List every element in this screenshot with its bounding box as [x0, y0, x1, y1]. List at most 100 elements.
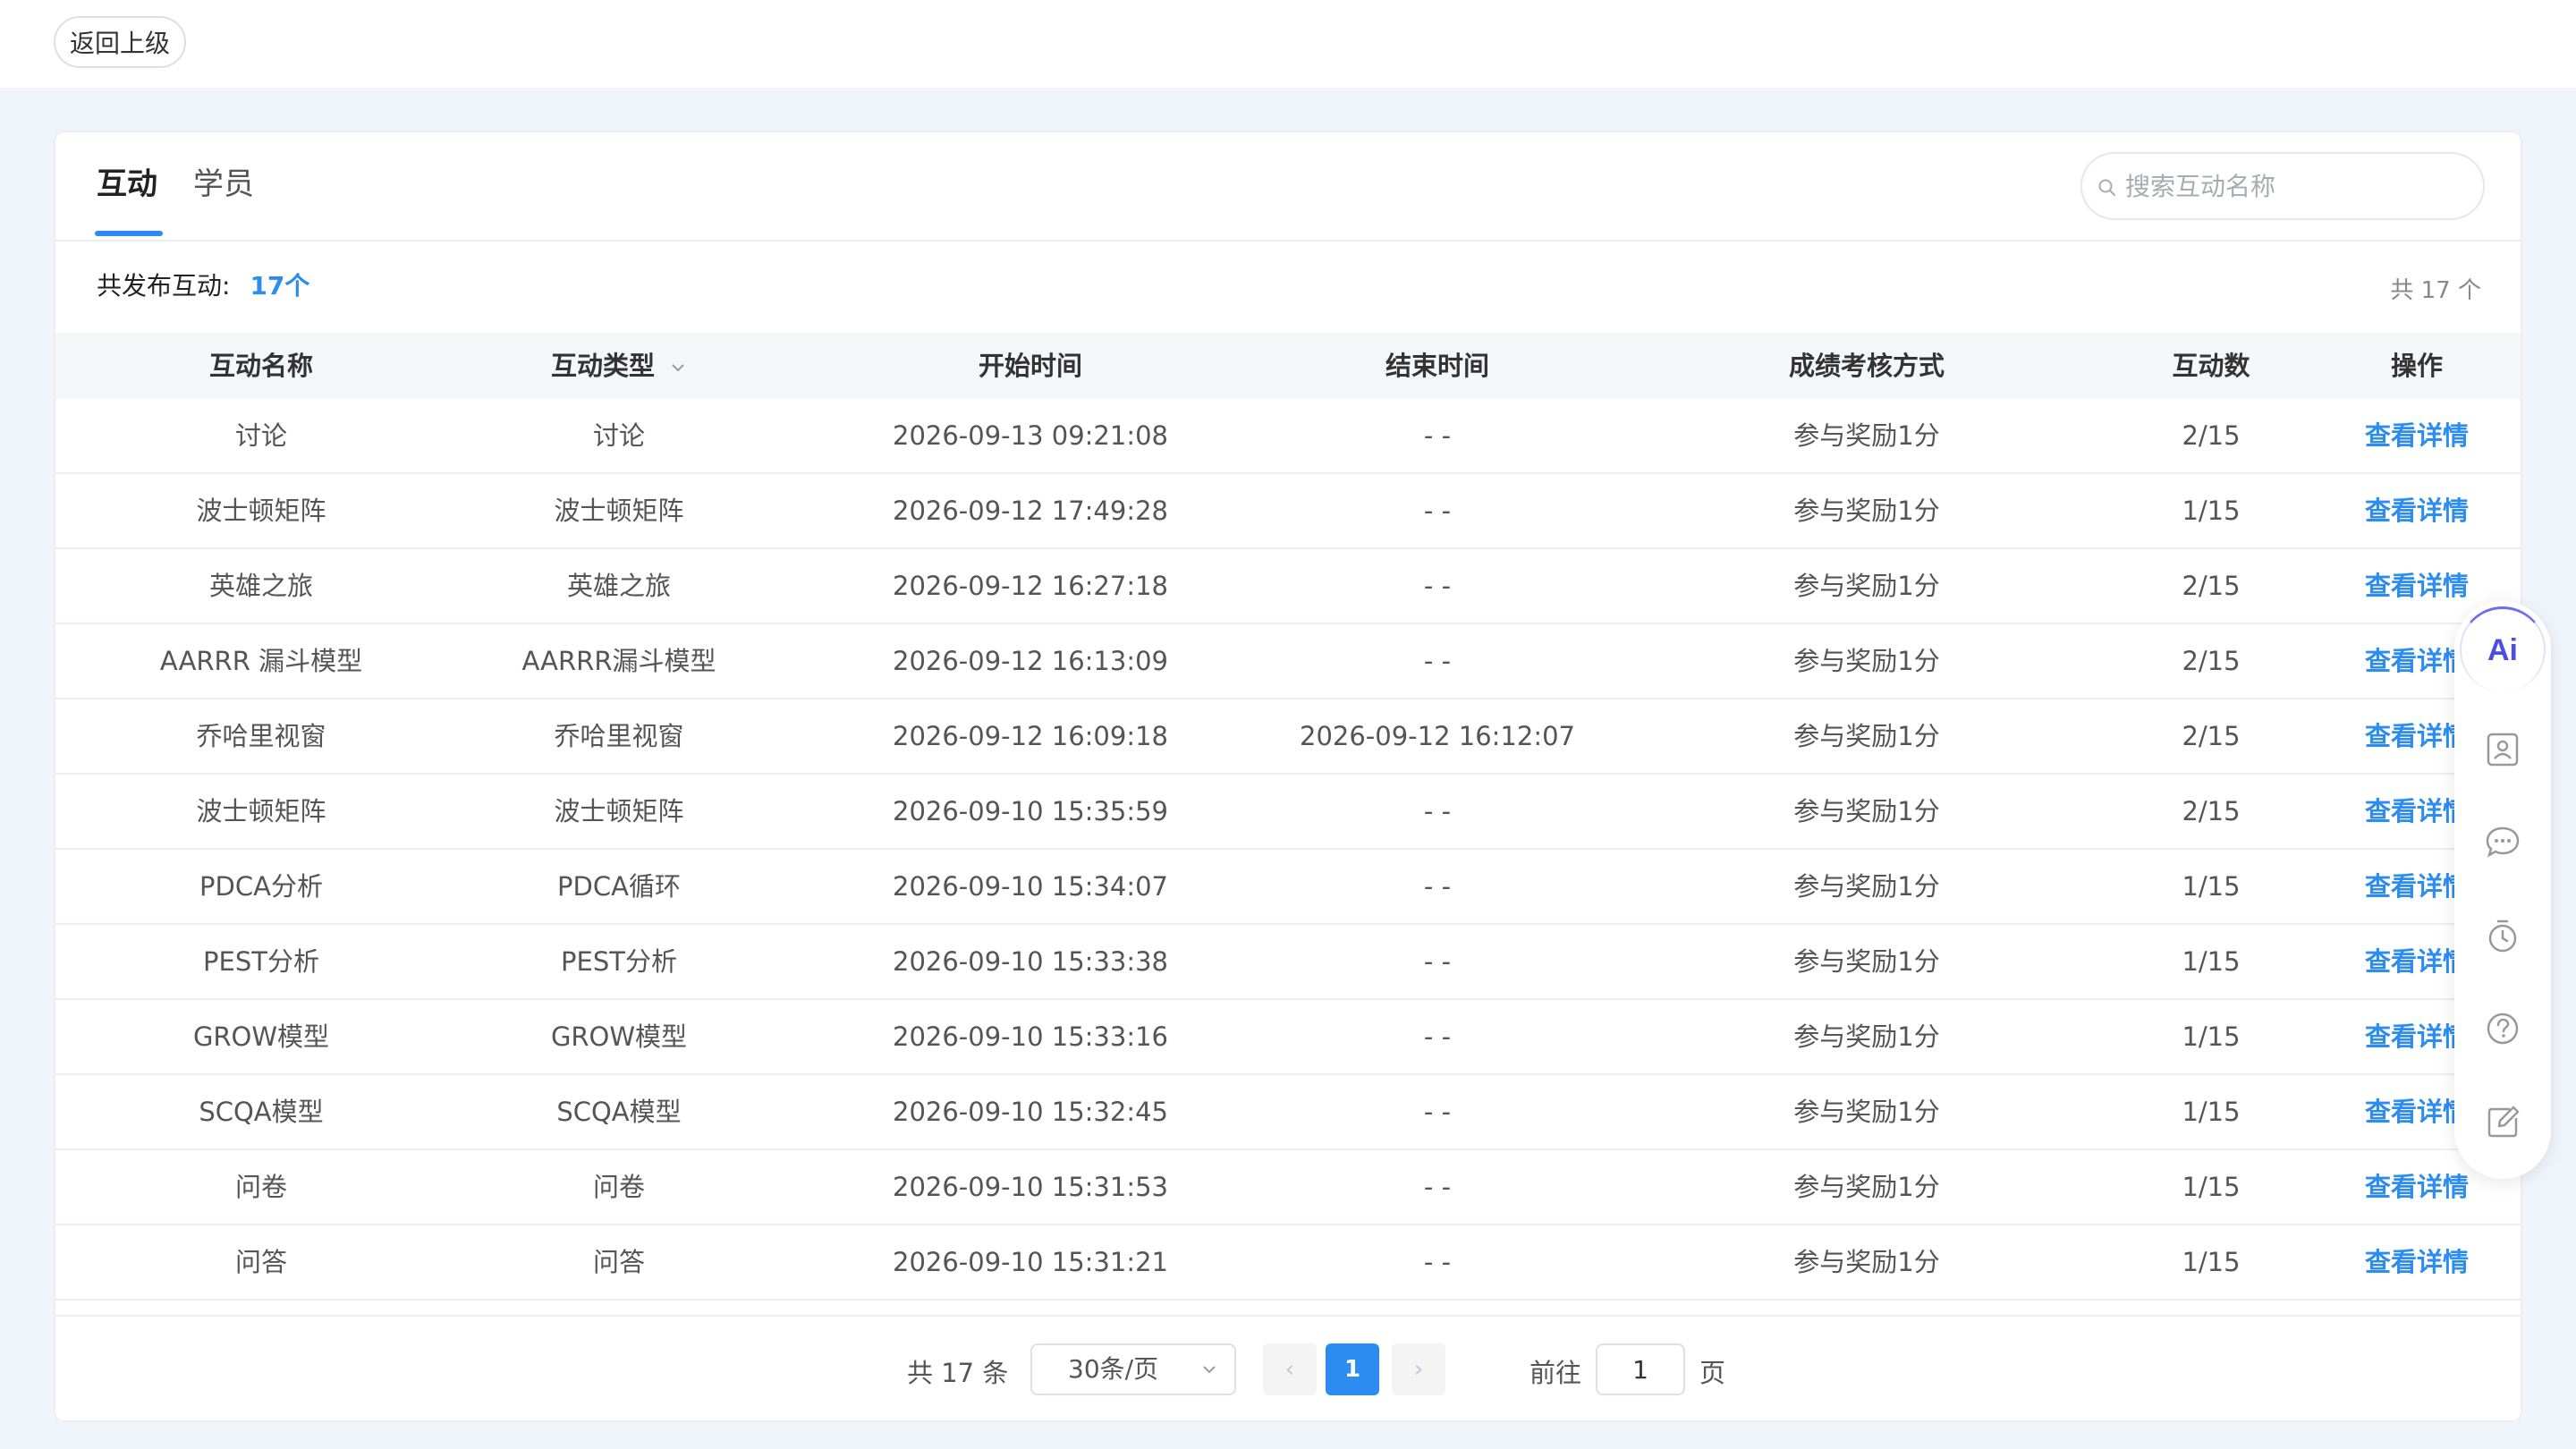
header-grading: 成绩考核方式: [1788, 351, 1945, 381]
contact-card-icon[interactable]: [2476, 723, 2529, 776]
cell-grading: 参与奖励1分: [1793, 871, 1940, 902]
total-count: 共 17 个: [2390, 277, 2481, 304]
cell-count: 2/15: [2182, 796, 2241, 826]
pagination: 共 17 条 30条/页 ‹ 1 › 前往 页: [55, 1315, 2521, 1420]
cell-name: 讨论: [234, 420, 287, 451]
cell-count: 2/15: [2182, 420, 2241, 451]
goto-label: 前往: [1530, 1358, 1582, 1388]
main-card: 互动 学员 共发布互动: 17个 共 17 个 互动名称 互动类型 开始时间 结束…: [54, 131, 2522, 1422]
table-row: 问卷 问卷 2026-09-10 15:31:53 - - 参与奖励1分 1/1…: [55, 1150, 2521, 1225]
header-start-time: 开始时间: [978, 351, 1082, 381]
cell-name: 问答: [234, 1247, 287, 1277]
table-header: 互动名称 互动类型 开始时间 结束时间 成绩考核方式 互动数 操作: [55, 333, 2521, 399]
cell-start: 2026-09-12 16:09:18: [893, 721, 1168, 751]
summary-count: 17个: [250, 271, 310, 301]
cell-count: 1/15: [2182, 1247, 2241, 1277]
cell-end: - -: [1423, 871, 1452, 902]
tab-students[interactable]: 学员: [193, 165, 254, 204]
page-1-button[interactable]: 1: [1326, 1343, 1379, 1395]
cell-grading: 参与奖励1分: [1793, 1097, 1940, 1127]
table-row: PEST分析 PEST分析 2026-09-10 15:33:38 - - 参与…: [55, 925, 2521, 1000]
cell-grading: 参与奖励1分: [1793, 946, 1940, 977]
timer-icon[interactable]: [2476, 909, 2529, 962]
table-row: 英雄之旅 英雄之旅 2026-09-12 16:27:18 - - 参与奖励1分…: [55, 549, 2521, 624]
ai-label: Ai: [2487, 633, 2518, 667]
help-icon[interactable]: [2476, 1002, 2529, 1055]
cell-grading: 参与奖励1分: [1793, 721, 1940, 751]
goto-page-input[interactable]: [1596, 1343, 1685, 1395]
header-type-label: 互动类型: [550, 351, 655, 381]
header-count: 互动数: [2172, 351, 2250, 381]
cell-name: 乔哈里视窗: [196, 721, 326, 751]
cell-grading: 参与奖励1分: [1793, 646, 1940, 676]
cell-name: 英雄之旅: [208, 571, 313, 601]
cell-type: PDCA循环: [557, 871, 681, 902]
table-row: SCQA模型 SCQA模型 2026-09-10 15:32:45 - - 参与…: [55, 1075, 2521, 1150]
header-actions: 操作: [2390, 351, 2443, 381]
view-details-link[interactable]: 查看详情: [2309, 399, 2521, 472]
back-button[interactable]: 返回上级: [54, 16, 186, 68]
chevron-down-icon: [1203, 1366, 1216, 1374]
cell-name: GROW模型: [192, 1021, 330, 1052]
cell-name: 波士顿矩阵: [196, 796, 326, 826]
table-body: 讨论 讨论 2026-09-13 09:21:08 - - 参与奖励1分 2/1…: [55, 399, 2521, 1420]
cell-start: 2026-09-12 16:13:09: [893, 646, 1168, 676]
pagination-total: 共 17 条: [907, 1358, 1009, 1388]
cell-grading: 参与奖励1分: [1793, 796, 1940, 826]
cell-start: 2026-09-12 16:27:18: [893, 571, 1168, 601]
cell-end: - -: [1423, 571, 1452, 601]
cell-count: 1/15: [2182, 1172, 2241, 1202]
table-row: 波士顿矩阵 波士顿矩阵 2026-09-12 17:49:28 - - 参与奖励…: [55, 474, 2521, 549]
cell-count: 2/15: [2182, 571, 2241, 601]
header-end-time: 结束时间: [1385, 351, 1489, 381]
edit-icon[interactable]: [2476, 1095, 2529, 1148]
cell-type: 波士顿矩阵: [554, 496, 684, 526]
active-tab-indicator: [95, 231, 163, 236]
table-row: 问答 问答 2026-09-10 15:31:21 - - 参与奖励1分 1/1…: [55, 1225, 2521, 1301]
next-page-button[interactable]: ›: [1392, 1343, 1445, 1395]
cell-start: 2026-09-10 15:32:45: [893, 1097, 1168, 1127]
cell-name: AARRR 漏斗模型: [159, 646, 363, 676]
search-input[interactable]: [2125, 166, 2465, 206]
cell-type: AARRR漏斗模型: [521, 646, 716, 676]
cell-end: - -: [1423, 1021, 1452, 1052]
cell-end: - -: [1423, 946, 1452, 977]
cell-grading: 参与奖励1分: [1793, 420, 1940, 451]
cell-name: 问卷: [234, 1172, 287, 1202]
cell-type: 波士顿矩阵: [554, 796, 684, 826]
table-row: GROW模型 GROW模型 2026-09-10 15:33:16 - - 参与…: [55, 1000, 2521, 1075]
cell-start: 2026-09-10 15:33:16: [893, 1021, 1168, 1052]
cell-end: - -: [1423, 1172, 1452, 1202]
view-details-link[interactable]: 查看详情: [2309, 1225, 2521, 1299]
summary-label: 共发布互动:: [97, 271, 231, 301]
page-suffix-label: 页: [1699, 1358, 1726, 1388]
cell-type: PEST分析: [561, 946, 677, 977]
cell-start: 2026-09-10 15:33:38: [893, 946, 1168, 977]
search-box[interactable]: [2080, 152, 2485, 220]
header-type[interactable]: 互动类型: [413, 333, 825, 399]
top-bar: 返回上级: [0, 0, 2576, 88]
cell-type: 问卷: [592, 1172, 645, 1202]
header-name: 互动名称: [208, 351, 313, 381]
tab-bar: 互动 学员: [55, 132, 2521, 242]
chat-icon[interactable]: [2476, 816, 2529, 869]
table-row: 波士顿矩阵 波士顿矩阵 2026-09-10 15:35:59 - - 参与奖励…: [55, 775, 2521, 850]
summary-line: 共发布互动: 17个: [97, 270, 309, 302]
prev-page-button[interactable]: ‹: [1263, 1343, 1317, 1395]
cell-start: 2026-09-12 17:49:28: [893, 496, 1168, 526]
cell-start: 2026-09-13 09:21:08: [893, 420, 1168, 451]
cell-grading: 参与奖励1分: [1793, 571, 1940, 601]
cell-grading: 参与奖励1分: [1793, 1247, 1940, 1277]
view-details-link[interactable]: 查看详情: [2309, 474, 2521, 547]
chevron-down-icon[interactable]: [669, 361, 687, 374]
cell-end: 2026-09-12 16:12:07: [1300, 721, 1575, 751]
cell-type: 问答: [592, 1247, 645, 1277]
page-size-select[interactable]: 30条/页: [1030, 1343, 1236, 1395]
cell-type: 讨论: [592, 420, 645, 451]
cell-grading: 参与奖励1分: [1793, 1021, 1940, 1052]
table-row: 讨论 讨论 2026-09-13 09:21:08 - - 参与奖励1分 2/1…: [55, 399, 2521, 474]
ai-icon[interactable]: Ai: [2460, 606, 2546, 692]
cell-start: 2026-09-10 15:31:21: [893, 1247, 1168, 1277]
search-icon: [2098, 179, 2115, 196]
tab-interactions[interactable]: 互动: [97, 165, 157, 204]
